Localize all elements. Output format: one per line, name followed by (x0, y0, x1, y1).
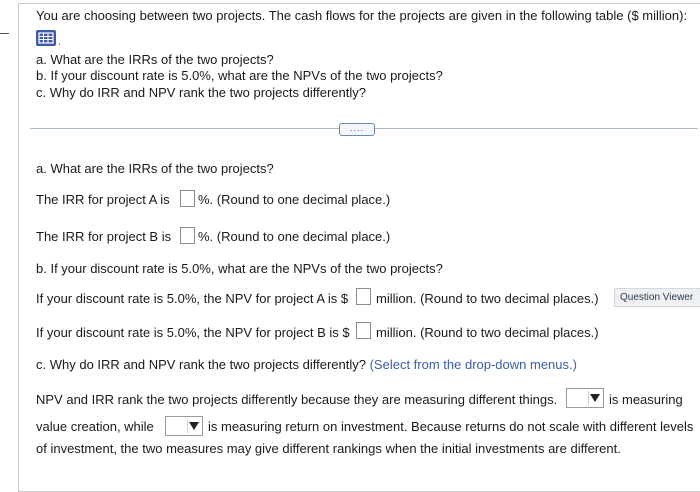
irr-b-prefix: The IRR for project B is (36, 229, 172, 244)
question-a-summary: a. What are the IRRs of the two projects… (36, 52, 274, 67)
dropdown-divider (588, 391, 589, 405)
npv-a-suffix: million. (Round to two decimal places.) (376, 291, 599, 306)
part-c-hint: (Select from the drop-down menus.) (369, 357, 577, 372)
left-edge-dash (0, 33, 9, 34)
part-c-question: c. Why do IRR and NPV rank the two proje… (36, 357, 366, 372)
expand-more-button[interactable]: .... (339, 123, 375, 136)
question-b-summary: b. If your discount rate is 5.0%, what a… (36, 68, 443, 83)
irr-b-input[interactable] (180, 227, 195, 244)
npv-b-suffix: million. (Round to two decimal places.) (376, 325, 599, 340)
line2-text: value creation, while (36, 419, 154, 434)
part-c-heading: c. Why do IRR and NPV rank the two proje… (36, 357, 577, 372)
npv-a-input[interactable] (356, 288, 371, 305)
intro-text: You are choosing between two projects. T… (36, 8, 688, 23)
npv-b-prefix: If your discount rate is 5.0%, the NPV f… (36, 325, 350, 340)
dropdown-divider (187, 419, 188, 433)
npv-b-input[interactable] (356, 322, 371, 339)
dropdown-measure-1[interactable] (566, 388, 604, 408)
irr-b-suffix: %. (Round to one decimal place.) (198, 229, 391, 244)
data-table-icon[interactable] (36, 30, 56, 46)
irr-a-input[interactable] (180, 190, 195, 207)
line1-tail: is measuring (609, 392, 683, 407)
line3-text: of investment, the two measures may give… (36, 441, 621, 456)
chevron-down-icon (590, 394, 600, 402)
question-c-summary: c. Why do IRR and NPV rank the two proje… (36, 85, 366, 100)
dropdown-measure-2[interactable] (165, 416, 203, 436)
irr-a-prefix: The IRR for project A is (36, 192, 170, 207)
chevron-down-icon (189, 422, 199, 430)
line2-tail: is measuring return on investment. Becau… (208, 419, 694, 434)
part-b-heading: b. If your discount rate is 5.0%, what a… (36, 261, 443, 276)
question-viewer-tab[interactable]: Question Viewer (614, 288, 700, 307)
irr-a-suffix: %. (Round to one decimal place.) (198, 192, 391, 207)
line1-text: NPV and IRR rank the two projects differ… (36, 392, 558, 407)
part-a-heading: a. What are the IRRs of the two projects… (36, 161, 274, 176)
icon-dot: . (58, 36, 62, 48)
npv-a-prefix: If your discount rate is 5.0%, the NPV f… (36, 291, 349, 306)
